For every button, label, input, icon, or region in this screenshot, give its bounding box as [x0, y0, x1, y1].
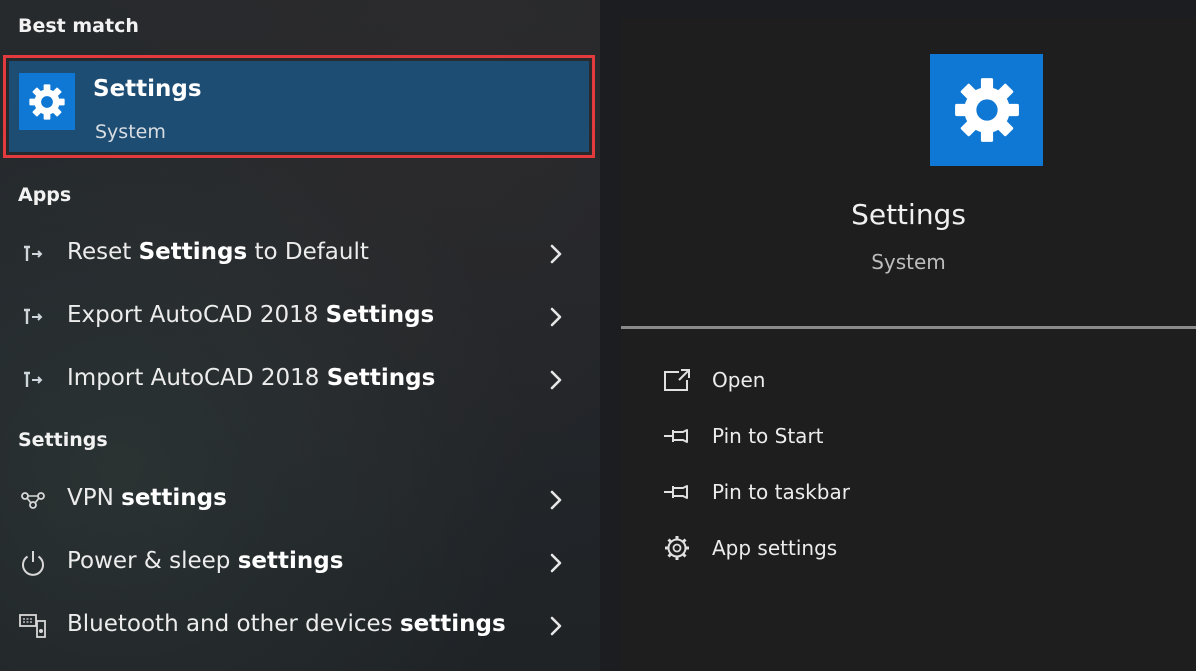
settings-heading: Settings [18, 429, 108, 451]
result-bluetooth-devices-settings[interactable]: Bluetooth and other devices settings [0, 595, 600, 657]
chevron-right-icon[interactable] [546, 306, 566, 328]
vpn-icon [21, 492, 45, 509]
search-results-panel: Best match Settings System Apps Reset Se… [0, 0, 600, 671]
chevron-right-icon[interactable] [546, 243, 566, 265]
gear-icon [949, 72, 1025, 148]
pin-icon [661, 478, 693, 506]
pin-to-taskbar-label: Pin to taskbar [712, 480, 850, 504]
preview-divider [621, 326, 1196, 329]
pin-to-taskbar-action[interactable]: Pin to taskbar [661, 474, 1061, 514]
result-vpn-settings[interactable]: VPN settings [0, 469, 600, 531]
gear-outline-icon [665, 536, 689, 560]
result-label: Import AutoCAD 2018 Settings [67, 365, 436, 391]
preview-title: Settings [851, 198, 966, 231]
result-label: VPN settings [67, 485, 227, 511]
open-action[interactable]: Open [661, 362, 1061, 402]
settings-app-large-tile [930, 54, 1043, 166]
pin-to-start-action[interactable]: Pin to Start [661, 418, 1061, 458]
chevron-right-icon[interactable] [546, 369, 566, 391]
result-power-sleep-settings[interactable]: Power & sleep settings [0, 532, 600, 594]
result-label: Reset Settings to Default [67, 239, 369, 265]
app-shortcut-icon [18, 365, 48, 395]
best-match-settings-result[interactable] [3, 55, 595, 158]
open-icon [664, 369, 690, 391]
app-shortcut-icon [18, 239, 48, 269]
apps-heading: Apps [18, 184, 72, 206]
result-export-autocad-settings[interactable]: Export AutoCAD 2018 Settings [0, 286, 600, 348]
devices-icon [19, 614, 46, 638]
app-settings-action[interactable]: App settings [661, 530, 1061, 570]
result-label: Export AutoCAD 2018 Settings [67, 302, 435, 328]
settings-app-tile [19, 73, 75, 130]
result-reset-settings[interactable]: Reset Settings to Default [0, 223, 600, 285]
chevron-right-icon[interactable] [546, 552, 566, 574]
result-label: Bluetooth and other devices settings [67, 611, 506, 637]
pin-icon [661, 422, 693, 450]
chevron-right-icon[interactable] [546, 615, 566, 637]
power-icon [22, 551, 44, 576]
chevron-right-icon[interactable] [546, 489, 566, 511]
app-settings-label: App settings [712, 536, 838, 560]
preview-subtitle: System [871, 250, 946, 274]
best-match-heading: Best match [18, 15, 139, 37]
pin-to-start-label: Pin to Start [712, 424, 824, 448]
gear-icon [26, 81, 68, 123]
open-label: Open [712, 368, 766, 392]
best-match-title: Settings [93, 76, 202, 102]
preview-panel: Settings System Open Pin to Start Pin to… [621, 18, 1196, 671]
app-shortcut-icon [18, 302, 48, 332]
result-import-autocad-settings[interactable]: Import AutoCAD 2018 Settings [0, 349, 600, 411]
result-label: Power & sleep settings [67, 548, 344, 574]
best-match-subtitle: System [95, 121, 166, 143]
